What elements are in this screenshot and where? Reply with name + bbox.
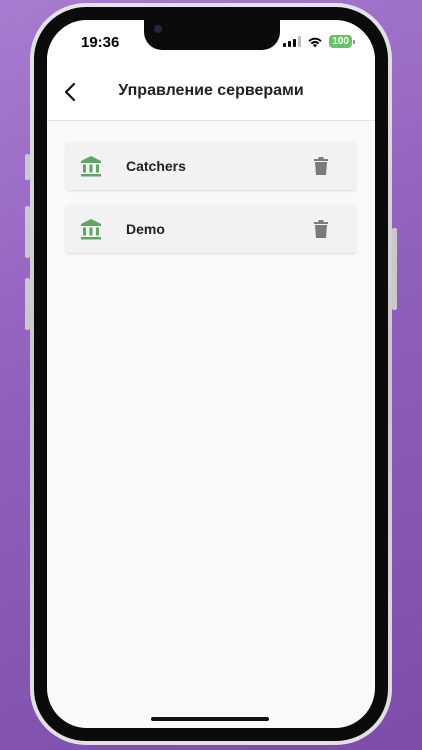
notch [144, 20, 280, 50]
status-icons: 100 [283, 35, 355, 48]
delete-server-button[interactable] [310, 154, 332, 178]
trash-icon [314, 220, 328, 238]
page-title: Управление серверами [118, 82, 304, 99]
phone-frame: 19:36 100 Управление серверами Catchers … [30, 3, 392, 745]
battery-level: 100 [329, 35, 352, 48]
bank-icon [81, 156, 101, 177]
app-screen: 19:36 100 Управление серверами Catchers … [47, 20, 375, 728]
camera [154, 25, 162, 33]
status-time: 19:36 [81, 34, 120, 51]
delete-server-button[interactable] [310, 217, 332, 241]
server-item-demo[interactable]: Demo [66, 205, 356, 253]
home-indicator[interactable] [151, 717, 269, 721]
phone-bezel: 19:36 100 Управление серверами Catchers … [34, 7, 388, 741]
bank-icon [81, 219, 101, 240]
server-name: Demo [126, 221, 165, 237]
battery-icon: 100 [329, 35, 355, 48]
status-bar: 19:36 100 [47, 20, 375, 64]
wifi-icon [308, 37, 322, 47]
server-name: Catchers [126, 158, 186, 174]
power-button [392, 228, 397, 310]
server-list: Catchers Demo [66, 142, 356, 268]
nav-header: Управление серверами [47, 64, 375, 121]
signal-icon [283, 36, 302, 47]
trash-icon [314, 157, 328, 175]
server-item-catchers[interactable]: Catchers [66, 142, 356, 190]
